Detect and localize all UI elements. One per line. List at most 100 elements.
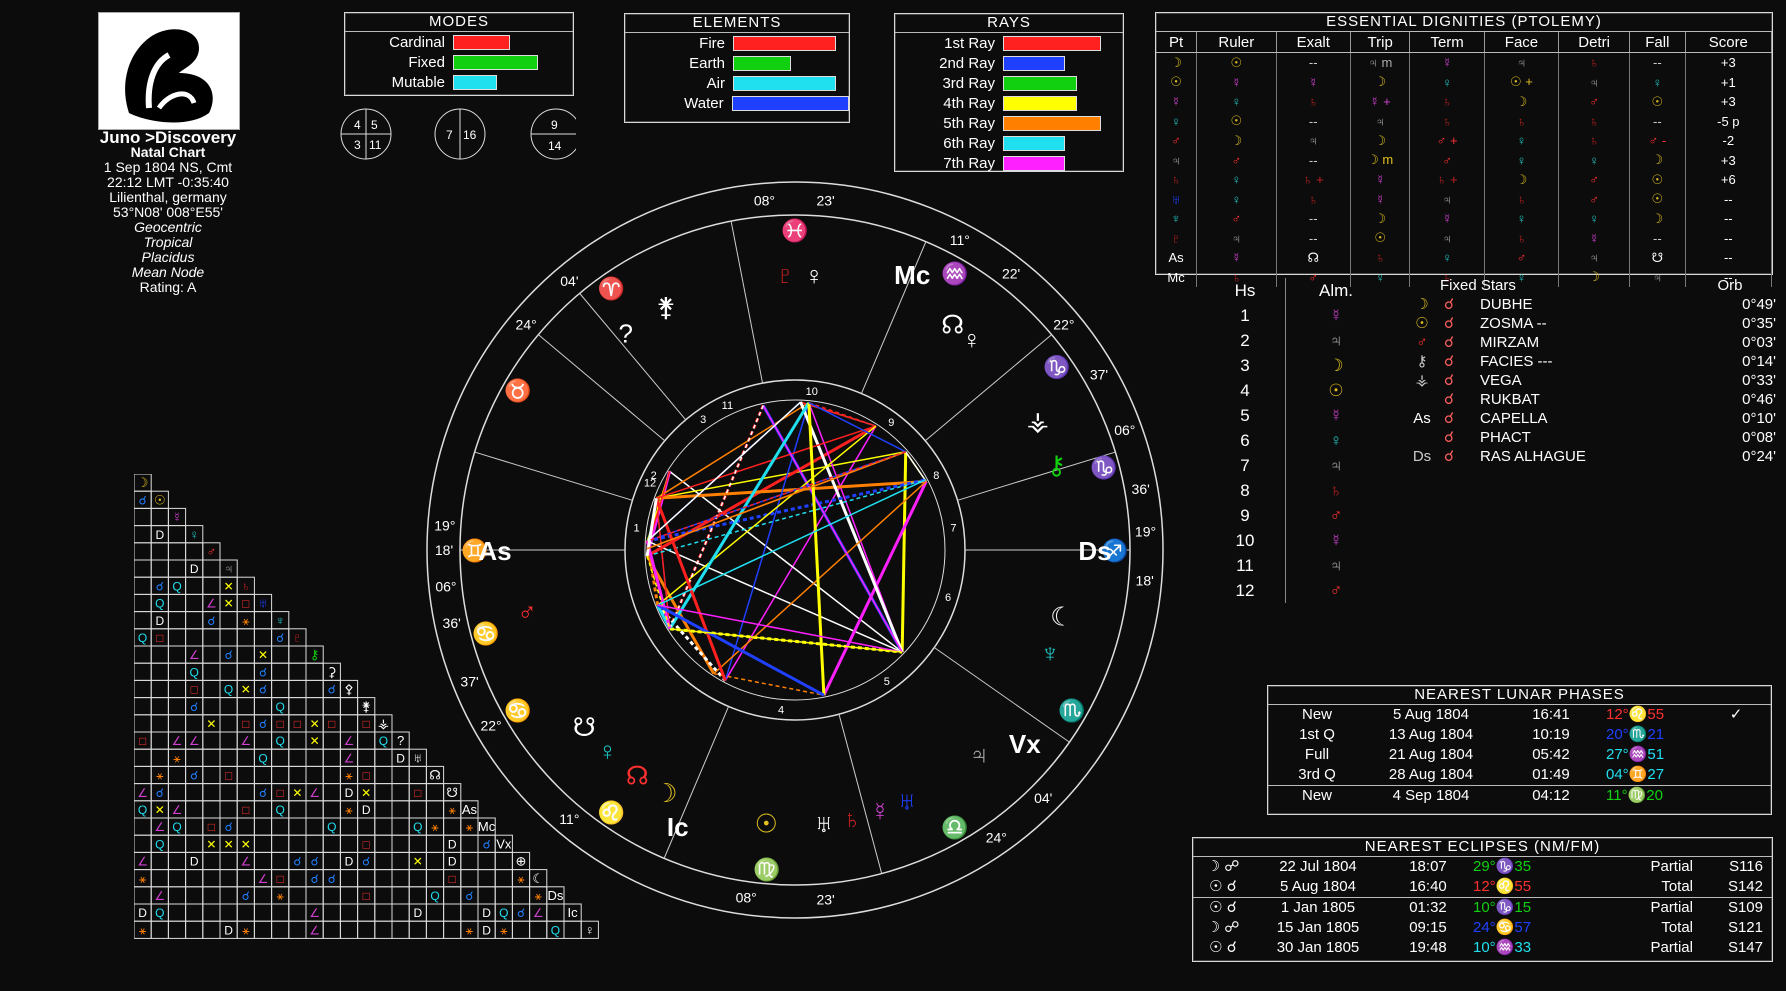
aspect-grid-cell (374, 783, 393, 802)
aspect-grid-cell (202, 851, 221, 871)
aspect-line (657, 425, 877, 606)
rays-label: 3rd Ray (942, 74, 995, 92)
aspect-grid-cell (288, 731, 307, 750)
house-row: 8 ♄ (1205, 478, 1395, 503)
aspect-grid-symbol: ☌ (483, 837, 491, 851)
aspect-grid-symbol: ☌ (328, 683, 336, 697)
aspect-grid-cell (202, 645, 221, 664)
eclipse-pos: 29°♑35 (1473, 858, 1532, 875)
elements-rows: Fire Earth Air Water (625, 33, 849, 113)
dignities-cell: ♄ (1276, 189, 1351, 209)
aspect-grid-symbol: D (190, 562, 199, 576)
aspect-grid-symbol: ⚹ (242, 923, 249, 937)
dignities-cell: ☽ (1629, 209, 1686, 229)
aspect-grid-cell (202, 748, 221, 767)
house-number: 8 (1205, 478, 1286, 503)
house-number: 12 (1205, 578, 1286, 603)
eclipse-saros: S109 (1727, 899, 1763, 916)
aspect-grid-symbol: ∠ (344, 734, 355, 748)
star-name: MIRZAM (1480, 334, 1540, 351)
aspect-grid-symbol: Q (379, 734, 388, 748)
dignities-col-header: Trip (1350, 32, 1411, 53)
dignities-cell: ♄ + (1409, 170, 1485, 190)
aspect-grid-symbol: Q (155, 837, 164, 851)
aspect-grid-symbol: ☌ (259, 665, 267, 679)
aspect-grid-planet: ☾ (532, 871, 544, 886)
aspect-grid-symbol: D (138, 906, 147, 920)
elements-label: Earth (689, 54, 725, 72)
modes-title: MODES (345, 13, 573, 32)
aspect-grid-cell (202, 886, 221, 905)
star-aspect: ☌ (1444, 372, 1455, 389)
dignities-cell: ♃ (1484, 52, 1560, 73)
dignities-cell: -- (1276, 150, 1351, 170)
aspect-grid-cell (374, 765, 393, 785)
aspect-grid-planet: ⚳ (327, 664, 337, 679)
modes-label: Fixed (408, 53, 445, 71)
aspect-grid-symbol: □ (277, 872, 284, 886)
aspect-grid-cell (408, 869, 427, 888)
aspect-grid-symbol: ∠ (344, 751, 355, 765)
aspect-grid-cell (150, 869, 169, 888)
house-row: 1 ☿ (1205, 303, 1395, 328)
cusp-degree-label: 04' (560, 273, 578, 289)
aspect-grid-cell (357, 731, 376, 750)
house-number-label: 4 (778, 704, 784, 716)
aspect-grid-symbol: □ (363, 889, 370, 903)
aspect-grid-symbol: ⚹ (156, 769, 163, 783)
dignities-cell: -- (1685, 248, 1773, 268)
modes-bar (453, 34, 510, 50)
dignities-col-header: Score (1685, 32, 1773, 53)
aspect-grid-cell (202, 576, 221, 595)
aspect-grid-cell (425, 920, 445, 939)
aspect-grid-cell (443, 903, 462, 922)
aspect-grid-cell (202, 920, 221, 939)
aspect-grid-cell (408, 765, 427, 785)
lunar-pos: 04°♊27 (1606, 766, 1665, 783)
elements-bar (733, 35, 836, 51)
aspect-grid-symbol: ✕ (361, 786, 371, 800)
aspect-grid-cell (185, 748, 204, 767)
aspect-grid-cell (219, 628, 238, 647)
aspect-grid-cell (150, 559, 169, 578)
house-row: 3 ☽ (1205, 353, 1395, 378)
aspect-grid-cell (374, 920, 393, 939)
eclipse-time: 19:48 (1409, 939, 1447, 956)
aspect-grid-symbol: ✕ (206, 717, 216, 731)
star-aspect: ☌ (1444, 315, 1455, 332)
aspect-grid-symbol: ☌ (259, 683, 267, 697)
star-row: ⚶ ☌ VEGA 0°33' (1400, 371, 1780, 390)
aspect-grid-symbol: ✕ (224, 837, 234, 851)
eclipses-title: NEAREST ECLIPSES (NM/FM) (1193, 838, 1772, 857)
rays-bar (1003, 115, 1101, 131)
aspect-grid-symbol: ⚹ (431, 820, 438, 834)
dignities-body: ☽ ☉ -- ♃ m ☿ ♃ ♄ -- +3 ☉ ☿ ☿ ☽ ♀ ☉ + ♃ ♀ +1 ☿ ♀ ♄ ☿ + ♄ ☽ ♂ ☉ +3 ♀ ☉… (1156, 52, 1773, 287)
aspect-grid-symbol: ∠ (309, 786, 320, 800)
cusp-degree-label: 36' (1132, 481, 1150, 497)
dignities-col-header: Term (1409, 32, 1485, 53)
aspect-grid-planet: ♀ (189, 527, 199, 542)
eclipse-sym: ☽ ☍ (1206, 858, 1240, 875)
aspect-grid-cell (271, 765, 290, 785)
aspect-grid-cell (167, 679, 187, 699)
hc2-left: 7 (446, 128, 453, 142)
eclipse-time: 18:07 (1409, 858, 1447, 875)
dignities-cell: ♄ (1350, 248, 1411, 268)
rays-bar (1003, 75, 1077, 91)
aspect-grid-cell (150, 645, 169, 664)
zodiac-sign-glyph: ♍ (753, 857, 780, 882)
aspect-grid-cell (150, 748, 169, 767)
dignities-title: ESSENTIAL DIGNITIES (PTOLEMY) (1156, 13, 1772, 32)
elements-row: Fire (625, 33, 849, 53)
aspect-line (656, 603, 825, 697)
chart-info: Juno >Discovery Natal Chart 1 Sep 1804 N… (88, 12, 248, 295)
aspect-grid-cell (408, 834, 427, 853)
aspect-grid-symbol: □ (294, 717, 301, 731)
aspect-grid-cell (167, 628, 187, 647)
aspect-grid-cell (477, 869, 496, 888)
dignities-cell: -- (1629, 52, 1686, 73)
aspect-grid-cell (391, 765, 410, 785)
aspect-grid-symbol: ✕ (224, 579, 234, 593)
dignities-cell: ☽ (1350, 209, 1411, 229)
aspect-grid-cell (150, 542, 169, 561)
